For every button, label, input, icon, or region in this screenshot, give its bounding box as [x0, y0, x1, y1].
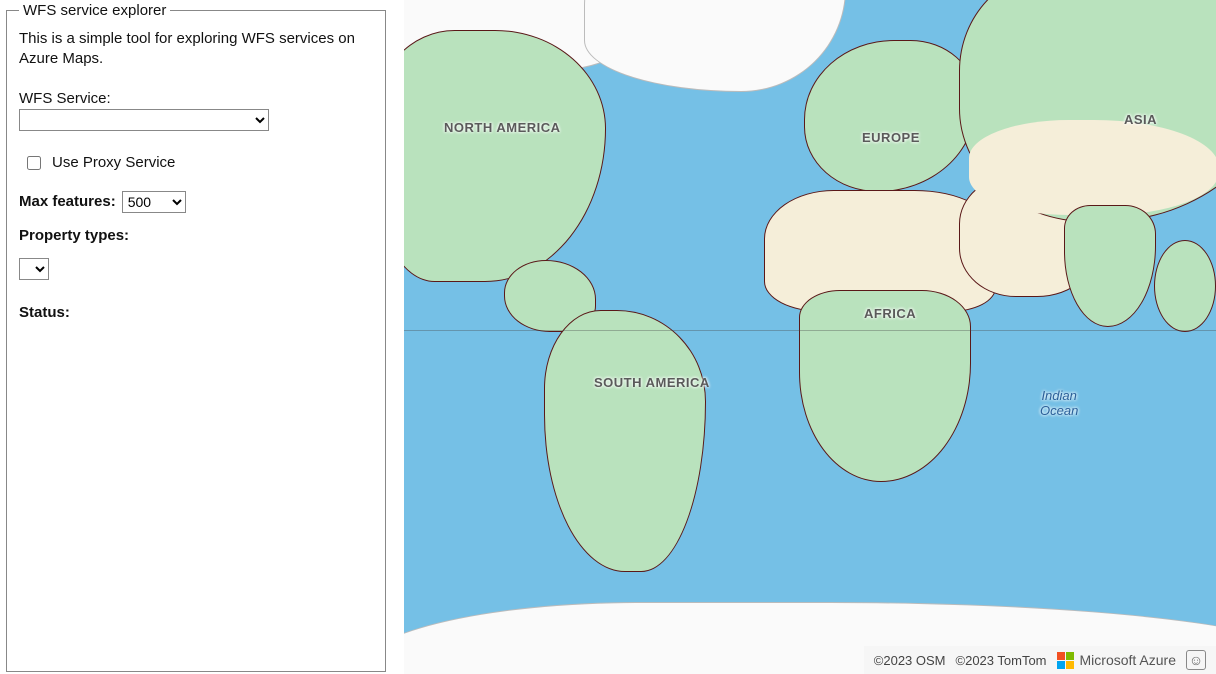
- map-label-ocean: Ocean: [1040, 403, 1078, 418]
- map-label-north-america: NORTH AMERICA: [444, 120, 561, 135]
- landmass-se-asia: [1154, 240, 1216, 332]
- landmass-central-asia: [969, 120, 1216, 215]
- microsoft-azure-logo: Microsoft Azure: [1057, 652, 1176, 669]
- map-label-asia: ASIA: [1124, 112, 1157, 127]
- attribution-tomtom: ©2023 TomTom: [956, 653, 1047, 668]
- max-features-label: Max features:: [19, 193, 116, 210]
- map-label-africa: AFRICA: [864, 306, 916, 321]
- attribution-osm: ©2023 OSM: [874, 653, 946, 668]
- panel-description: This is a simple tool for exploring WFS …: [19, 29, 373, 70]
- panel-legend: WFS service explorer: [19, 2, 170, 19]
- wfs-service-label: WFS Service:: [19, 90, 373, 107]
- microsoft-logo-icon: [1057, 652, 1074, 669]
- use-proxy-checkbox[interactable]: [27, 156, 41, 170]
- wfs-service-select[interactable]: [19, 109, 269, 131]
- map-equator-line: [404, 330, 1216, 331]
- map-label-europe: EUROPE: [862, 130, 920, 145]
- map-label-indian: Indian: [1041, 388, 1076, 403]
- status-label: Status:: [19, 304, 70, 321]
- property-types-label: Property types:: [19, 227, 373, 244]
- map-label-indian-ocean: Indian Ocean: [1040, 388, 1078, 418]
- map-canvas[interactable]: NORTH AMERICA SOUTH AMERICA EUROPE AFRIC…: [404, 0, 1216, 674]
- use-proxy-label: Use Proxy Service: [52, 154, 175, 171]
- feedback-button[interactable]: ☺: [1186, 650, 1206, 670]
- max-features-select[interactable]: 500: [122, 191, 186, 213]
- wfs-explorer-panel: WFS service explorer This is a simple to…: [6, 2, 386, 672]
- property-types-select[interactable]: [19, 258, 49, 280]
- map-label-south-america: SOUTH AMERICA: [594, 375, 710, 390]
- microsoft-azure-text: Microsoft Azure: [1080, 652, 1176, 668]
- map-attribution-bar: ©2023 OSM ©2023 TomTom Microsoft Azure ☺: [864, 646, 1216, 674]
